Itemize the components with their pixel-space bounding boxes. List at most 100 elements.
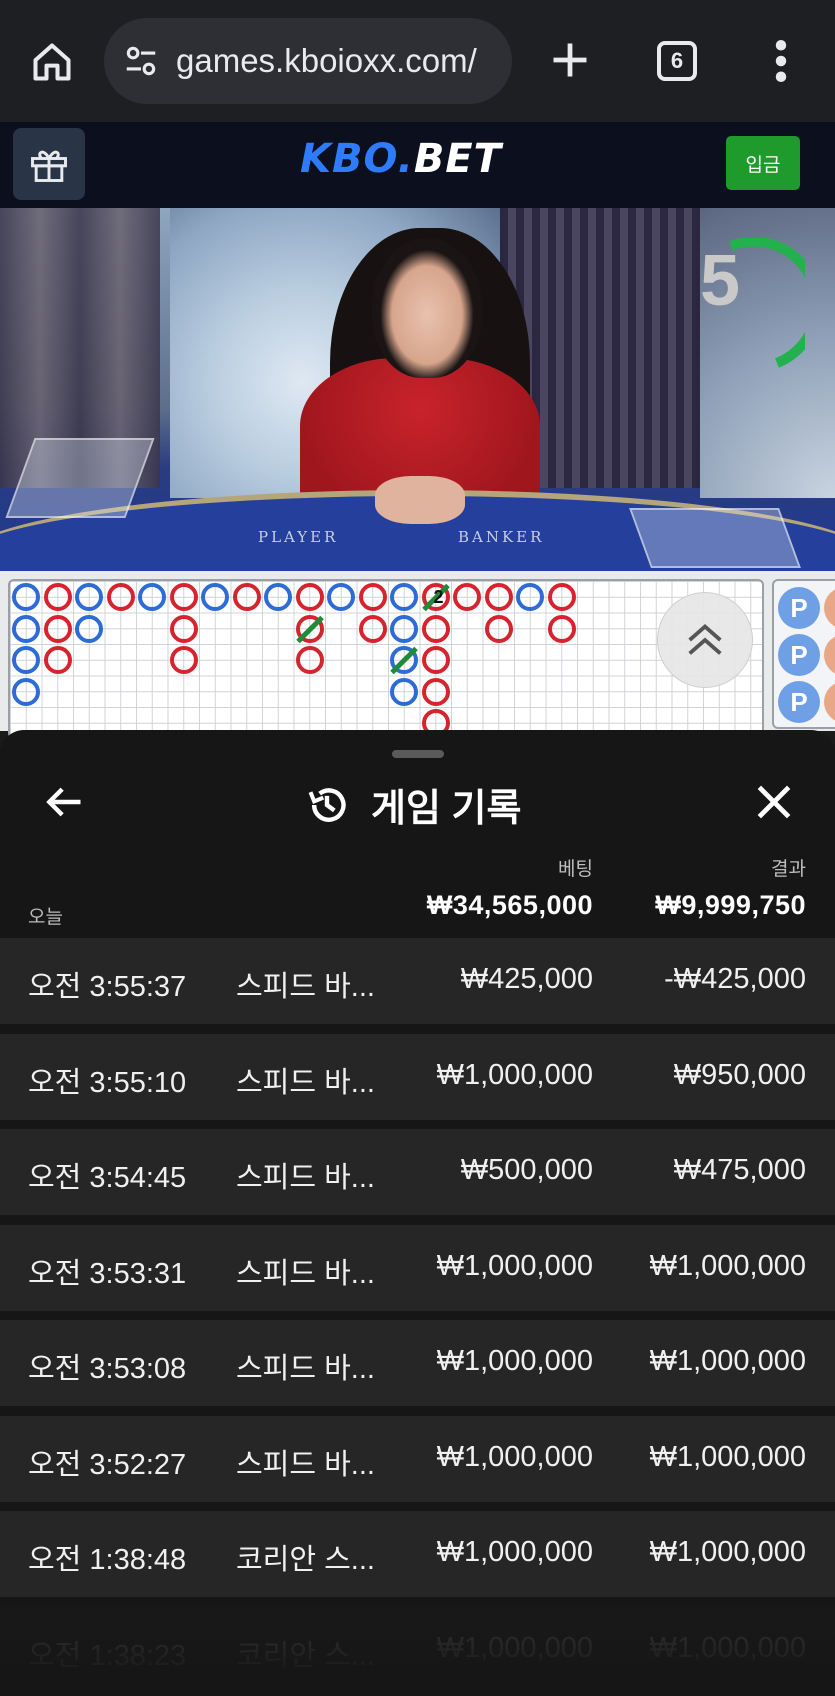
total-bet: ₩34,565,000	[426, 890, 593, 920]
banker-bead	[358, 614, 387, 643]
history-row[interactable]: 오전 3:53:31 스피드 바... ₩1,000,000 ₩1,000,00…	[0, 1224, 835, 1311]
row-time: 오전 3:53:31	[28, 1257, 187, 1290]
row-bet: ₩425,000	[460, 963, 593, 995]
tabs-icon[interactable]: 6	[657, 41, 697, 81]
close-icon[interactable]	[752, 780, 796, 824]
banker-bead	[484, 614, 513, 643]
row-game: 스피드 바...	[236, 1066, 375, 1099]
banker-bead	[295, 646, 324, 674]
row-result: ₩1,000,000	[649, 1249, 806, 1282]
banker-bead	[358, 583, 387, 611]
row-result: ₩1,000,000	[649, 1536, 806, 1568]
row-result: ₩475,000	[673, 1154, 806, 1186]
row-bet: ₩1,000,000	[436, 1058, 593, 1091]
banker-chip	[824, 634, 835, 676]
scroll-up-button[interactable]	[657, 592, 753, 688]
player-bead	[12, 646, 40, 674]
home-icon[interactable]	[30, 40, 74, 84]
game-history-sheet: 게임 기록 베팅 결과 오늘 ₩34,565,000 ₩9,999,750 오전…	[0, 730, 835, 1696]
row-time: 오전 3:55:10	[28, 1066, 187, 1099]
total-result: ₩9,999,750	[655, 890, 806, 920]
history-list: 오전 3:55:37 스피드 바... ₩425,000 -₩425,000 오…	[0, 938, 835, 1696]
betting-countdown: 5	[700, 241, 741, 321]
banker-bead	[453, 583, 481, 611]
player-bead	[390, 677, 418, 706]
row-game: 스피드 바...	[236, 1162, 375, 1194]
column-header-result: 결과	[771, 859, 806, 880]
table-label-player: PLAYER	[258, 528, 339, 546]
player-chip: P	[778, 587, 820, 629]
sheet-title-wrap: 게임 기록	[305, 777, 521, 832]
gift-button[interactable]	[13, 128, 85, 200]
player-bead	[390, 583, 418, 611]
arrow-left-icon[interactable]	[42, 780, 86, 824]
player-chip: P	[778, 728, 820, 729]
banker-bead	[169, 646, 198, 674]
more-vert-icon[interactable]	[772, 40, 790, 82]
column-header-bet: 베팅	[558, 859, 593, 880]
row-time: 오전 1:38:48	[28, 1544, 187, 1576]
banker-bead	[169, 614, 198, 643]
banker-bead	[421, 646, 450, 674]
banker-chip	[824, 728, 835, 729]
address-bar[interactable]: games.kboioxx.com/	[104, 18, 512, 104]
player-bead	[390, 614, 418, 643]
row-bet: ₩500,000	[460, 1154, 593, 1186]
tune-icon[interactable]	[122, 42, 160, 80]
banker-chip	[824, 587, 835, 629]
card-shoe-right	[629, 508, 801, 568]
history-icon	[308, 787, 346, 822]
history-row[interactable]: 오전 1:38:48 코리안 스... ₩1,000,000 ₩1,000,00…	[0, 1511, 835, 1597]
live-dealer-video[interactable]: PLAYER BANKER 5	[0, 208, 835, 571]
gift-icon	[31, 150, 67, 182]
player-chip: P	[778, 634, 820, 676]
dealer-hands	[375, 476, 465, 524]
player-bead	[264, 583, 292, 611]
tie-count: 2	[433, 587, 444, 607]
player-bead	[12, 677, 40, 706]
row-time: 오전 3:53:08	[28, 1353, 187, 1385]
double-chevron-up-icon	[688, 624, 722, 655]
banker-bead	[232, 583, 261, 611]
banker-bead	[421, 614, 450, 643]
site-logo[interactable]: KBO.BET	[300, 136, 502, 182]
row-game: 코리안 스...	[236, 1544, 375, 1576]
site-header: KBO.BET 입금	[0, 122, 835, 208]
history-row[interactable]: 오전 3:54:45 스피드 바... ₩500,000 ₩475,000	[0, 1129, 835, 1215]
bead-plate: PPPP	[772, 579, 835, 729]
row-bet: ₩1,000,000	[436, 1536, 593, 1568]
player-chip: P	[778, 681, 820, 723]
player-bead	[75, 614, 103, 643]
row-game: 코리안 스...	[236, 1639, 375, 1672]
banker-bead	[43, 614, 72, 643]
banker-bead	[547, 614, 576, 643]
history-row[interactable]: 오전 3:53:08 스피드 바... ₩1,000,000 ₩1,000,00…	[0, 1320, 835, 1406]
today-label: 오늘	[28, 907, 63, 928]
dealer-head	[372, 238, 482, 378]
sheet-drag-handle[interactable]	[392, 750, 444, 758]
banker-bead	[421, 677, 450, 706]
row-result: ₩1,000,000	[649, 1440, 806, 1473]
history-row[interactable]: 오전 3:55:37 스피드 바... ₩425,000 -₩425,000	[0, 938, 835, 1024]
url-text[interactable]: games.kboioxx.com/	[176, 42, 477, 80]
row-result: ₩1,000,000	[649, 1345, 806, 1377]
banker-bead	[106, 583, 135, 611]
row-result: ₩1,000,000	[649, 1631, 806, 1664]
plus-icon[interactable]	[548, 38, 592, 82]
row-bet: ₩1,000,000	[436, 1440, 593, 1473]
deposit-button[interactable]: 입금	[726, 136, 800, 190]
banker-chip	[824, 681, 835, 723]
sheet-title: 게임 기록	[371, 788, 522, 830]
banker-bead	[43, 583, 72, 611]
row-result: ₩950,000	[673, 1058, 806, 1091]
logo-kbo: KBO	[300, 136, 398, 182]
row-game: 스피드 바...	[236, 971, 375, 1003]
history-row[interactable]: 오전 1:38:23 코리안 스... ₩1,000,000 ₩1,000,00…	[0, 1606, 835, 1693]
row-result: -₩425,000	[664, 963, 806, 995]
history-row[interactable]: 오전 3:55:10 스피드 바... ₩1,000,000 ₩950,000	[0, 1033, 835, 1120]
player-bead	[201, 583, 229, 611]
row-game: 스피드 바...	[236, 1448, 375, 1481]
row-time: 오전 1:38:23	[28, 1639, 187, 1672]
history-row[interactable]: 오전 3:52:27 스피드 바... ₩1,000,000 ₩1,000,00…	[0, 1415, 835, 1502]
table-label-banker: BANKER	[458, 528, 545, 546]
